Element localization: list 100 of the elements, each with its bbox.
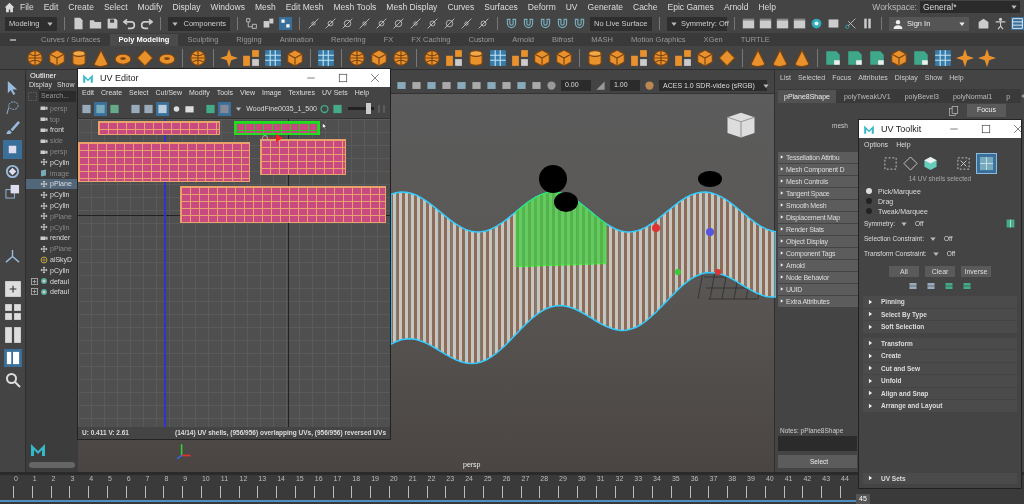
uv-patch-icon[interactable] bbox=[824, 48, 842, 67]
maximize-icon[interactable] bbox=[981, 124, 992, 134]
menu-item[interactable]: Surfaces bbox=[479, 2, 523, 12]
wireframe-icon[interactable] bbox=[456, 80, 467, 91]
cylinder-icon[interactable] bbox=[70, 48, 88, 67]
move-manipulator-icon[interactable] bbox=[262, 133, 284, 143]
new-file-icon[interactable] bbox=[72, 17, 85, 30]
menu-item[interactable]: Curves bbox=[442, 2, 480, 12]
image-icon[interactable] bbox=[332, 102, 343, 115]
menu-item[interactable]: UV bbox=[560, 2, 583, 12]
blocks-icon[interactable] bbox=[674, 48, 692, 67]
uv-patch-icon[interactable] bbox=[846, 48, 864, 67]
slider-thumb[interactable] bbox=[366, 103, 371, 114]
cube-icon[interactable] bbox=[48, 48, 66, 67]
refresh-icon[interactable] bbox=[319, 102, 330, 115]
menu-item[interactable]: Deform bbox=[522, 2, 561, 12]
grid-icon[interactable] bbox=[264, 48, 282, 67]
shadows-icon[interactable] bbox=[516, 80, 527, 91]
render-settings-icon[interactable] bbox=[793, 17, 806, 30]
cone-icon[interactable] bbox=[92, 48, 110, 67]
cone-icon[interactable] bbox=[771, 48, 789, 67]
blocks-icon[interactable] bbox=[242, 48, 260, 67]
uv-patch-icon[interactable] bbox=[868, 48, 886, 67]
gamma-icon[interactable] bbox=[595, 80, 606, 91]
radio-button[interactable] bbox=[866, 208, 872, 214]
resolution-gate-icon[interactable] bbox=[441, 80, 452, 91]
vertex-select-icon[interactable] bbox=[883, 155, 898, 171]
menu-item[interactable]: Cache bbox=[628, 2, 663, 12]
magnet-icon[interactable] bbox=[539, 17, 552, 30]
paint-brush-icon[interactable] bbox=[5, 120, 20, 135]
sphere-icon[interactable] bbox=[189, 48, 207, 67]
film-gate-icon[interactable] bbox=[426, 80, 437, 91]
grid-icon[interactable] bbox=[81, 102, 92, 115]
blocks-icon[interactable] bbox=[445, 48, 463, 67]
menu-item[interactable]: Edit Mesh bbox=[280, 2, 329, 12]
caret-icon[interactable] bbox=[932, 250, 939, 257]
outliner-layout-icon[interactable] bbox=[5, 351, 20, 365]
menu-item[interactable]: Modify bbox=[132, 2, 168, 12]
copy-tab-icon[interactable] bbox=[948, 105, 959, 116]
cylinder-icon[interactable] bbox=[586, 48, 604, 67]
pause-icon[interactable] bbox=[861, 17, 874, 30]
attribute-editor-icon[interactable] bbox=[1011, 17, 1024, 30]
maximize-icon[interactable] bbox=[338, 73, 348, 83]
uv-select-icon[interactable] bbox=[956, 155, 971, 171]
uv-shell-icon[interactable] bbox=[979, 155, 994, 171]
caret-icon[interactable] bbox=[172, 20, 178, 27]
caret-icon[interactable] bbox=[930, 235, 936, 242]
align-edges-icon[interactable] bbox=[908, 282, 918, 290]
render-icon[interactable] bbox=[742, 17, 755, 30]
caret-icon[interactable] bbox=[671, 20, 677, 27]
radio-button[interactable] bbox=[866, 198, 872, 204]
face-select-icon[interactable] bbox=[923, 155, 938, 171]
home-icon[interactable] bbox=[4, 1, 15, 13]
shaded-icon[interactable] bbox=[471, 80, 482, 91]
split-pane-icon[interactable] bbox=[3, 326, 22, 344]
undo-icon[interactable] bbox=[123, 17, 136, 30]
sphere-icon[interactable] bbox=[348, 48, 366, 67]
menu-item[interactable]: Generate bbox=[582, 2, 628, 12]
grid-icon[interactable] bbox=[317, 48, 335, 67]
blocks-icon[interactable] bbox=[630, 48, 648, 67]
diamond-icon[interactable] bbox=[718, 48, 736, 67]
isolate-icon[interactable] bbox=[531, 80, 542, 91]
caret-icon[interactable] bbox=[901, 220, 908, 227]
textured-icon[interactable] bbox=[486, 80, 497, 91]
lights-icon[interactable] bbox=[501, 80, 512, 91]
user-icon[interactable] bbox=[893, 18, 903, 29]
distortion-icon[interactable] bbox=[109, 102, 120, 115]
magnet-icon[interactable] bbox=[505, 17, 518, 30]
grid-icon[interactable] bbox=[934, 48, 952, 67]
save-icon[interactable] bbox=[106, 17, 119, 30]
menu-item[interactable]: Mesh Tools bbox=[328, 2, 382, 12]
menu-item[interactable]: Edit bbox=[38, 2, 64, 12]
search-icon[interactable] bbox=[4, 372, 21, 388]
modeling-toolkit-icon[interactable] bbox=[977, 17, 990, 30]
sphere-icon[interactable] bbox=[423, 48, 441, 67]
display-grid-icon[interactable] bbox=[157, 102, 168, 115]
uv-patch-icon[interactable] bbox=[912, 48, 930, 67]
cube-icon[interactable] bbox=[555, 48, 573, 67]
folder-icon[interactable] bbox=[89, 17, 102, 30]
sphere-icon[interactable] bbox=[392, 48, 410, 67]
redo-icon[interactable] bbox=[140, 17, 153, 30]
cube-icon[interactable] bbox=[890, 48, 908, 67]
render-icon[interactable] bbox=[776, 17, 789, 30]
menu-item[interactable]: Select bbox=[98, 2, 133, 12]
caret-icon[interactable] bbox=[1011, 4, 1017, 10]
diamond-icon[interactable] bbox=[136, 48, 154, 67]
menu-item[interactable]: Epic Games bbox=[662, 2, 719, 12]
caret-icon[interactable] bbox=[959, 20, 965, 27]
caret-icon[interactable] bbox=[47, 20, 53, 27]
star-icon[interactable] bbox=[220, 48, 238, 67]
menu-item[interactable]: Mesh Display bbox=[381, 2, 443, 12]
close-icon[interactable] bbox=[1013, 124, 1024, 134]
grid-icon[interactable] bbox=[411, 80, 422, 91]
frame-selected-icon[interactable] bbox=[143, 102, 154, 115]
uv-grid-icon[interactable] bbox=[944, 282, 954, 290]
expand-icon[interactable] bbox=[31, 288, 38, 296]
cone-icon[interactable] bbox=[749, 48, 767, 67]
cube-icon[interactable] bbox=[696, 48, 714, 67]
cube-icon[interactable] bbox=[608, 48, 626, 67]
menu-item[interactable]: Help bbox=[753, 2, 781, 12]
